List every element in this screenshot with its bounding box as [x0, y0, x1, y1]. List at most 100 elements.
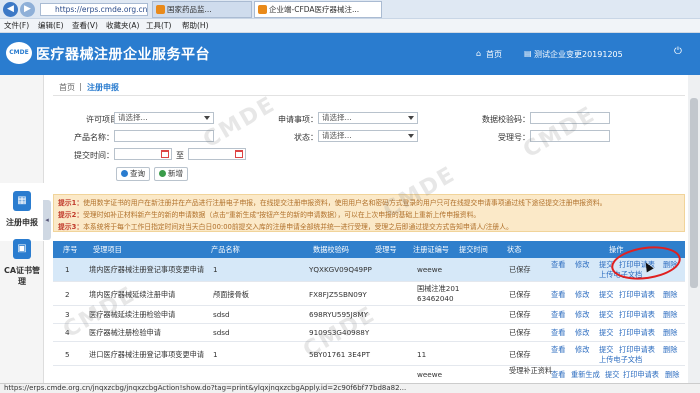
edit-link[interactable]: 修改 — [575, 328, 589, 338]
browser-tab-2[interactable]: 企业端-CFDA医疗器械注... — [254, 1, 382, 18]
notice-1: 提示1：使用数字证书的用户在新注册并在产品进行注册电子申报，在线提交注册申报资料… — [58, 199, 607, 207]
cell-product: 1 — [213, 350, 218, 359]
table-row[interactable]: 4 医疗器械注册检验申请 sdsd 9109S3G40988Y 已保存 查看 修… — [53, 324, 685, 342]
submit-link[interactable]: 提交 — [599, 310, 613, 320]
regenerate-link[interactable]: 重新生成 — [571, 370, 600, 380]
delete-link[interactable]: 删除 — [663, 328, 677, 338]
print-form-link[interactable]: 打印申请表 — [623, 370, 659, 380]
calendar-icon[interactable] — [161, 150, 169, 158]
cell-status: 受理补正资料 — [509, 366, 553, 375]
project-label: 许可项目： — [86, 115, 126, 124]
cell-product: sdsd — [213, 310, 230, 319]
browser-toolbar: ◀ ▶ https://erps.cmde.org.cn/index 国家药品监… — [0, 0, 700, 19]
print-form-link[interactable]: 打印申请表 — [619, 310, 655, 320]
table-row[interactable]: 3 医疗器械延续注册检验申请 sdsd 698RYU595J8MY 已保存 查看… — [53, 306, 685, 324]
edit-link[interactable]: 修改 — [575, 260, 589, 270]
date-separator: 至 — [176, 151, 184, 160]
upload-doc-link[interactable]: 上传电子文档 — [599, 355, 642, 365]
accept-input[interactable] — [530, 130, 610, 142]
cell-status: 已保存 — [509, 310, 531, 319]
submit-link[interactable]: 提交 — [599, 345, 613, 355]
register-icon: ▦ — [13, 191, 31, 211]
add-button[interactable]: 新增 — [154, 167, 188, 181]
breadcrumb: 首页 | 注册申报 — [53, 80, 685, 96]
logout-icon[interactable]: ⏻ — [674, 46, 682, 57]
home-icon[interactable]: ⌂ — [476, 49, 481, 58]
calendar-icon[interactable] — [235, 150, 243, 158]
view-link[interactable]: 查看 — [551, 328, 565, 338]
project-select[interactable]: 请选择... — [114, 112, 214, 124]
table-row[interactable]: 1 境内医疗器械注册登记事项变更申请 1 YQXKGV09Q49PP weewe… — [53, 258, 685, 282]
submit-link[interactable]: 提交 — [599, 328, 613, 338]
delete-link[interactable]: 删除 — [665, 370, 679, 380]
scrollbar-thumb[interactable] — [690, 98, 698, 288]
cell-code: 5BY01761 3E4PT — [309, 350, 371, 359]
menu-file[interactable]: 文件(F) — [4, 19, 29, 33]
menu-tools[interactable]: 工具(T) — [146, 19, 171, 33]
breadcrumb-separator: | — [79, 82, 82, 91]
edit-link[interactable]: 修改 — [575, 290, 589, 300]
notice-2: 提示2：受理时如补正材料新产生的新的申请数据（点击"重新生成"按钮产生的新的申请… — [58, 211, 481, 219]
view-link[interactable]: 查看 — [551, 345, 565, 355]
table-header: 序号 受理项目 产品名称 数据校验码 受理号 注册证编号 提交时间 状态 操作 — [53, 241, 685, 258]
column-header: 注册证编号 — [413, 245, 449, 254]
product-input[interactable] — [114, 130, 214, 142]
print-form-link[interactable]: 打印申请表 — [619, 345, 655, 355]
address-bar[interactable]: https://erps.cmde.org.cn/index — [40, 3, 148, 16]
cell-status: 已保存 — [509, 350, 531, 359]
submit-link[interactable]: 提交 — [599, 290, 613, 300]
browser-tab-1[interactable]: 国家药品监... — [152, 1, 252, 18]
cell-no: 5 — [65, 350, 70, 359]
cell-no: 2 — [65, 290, 70, 299]
notice-box: 提示1：使用数字证书的用户在新注册并在产品进行注册电子申报，在线提交注册申报资料… — [53, 194, 685, 232]
view-link[interactable]: 查看 — [551, 310, 565, 320]
app-title: 医疗器械注册企业服务平台 — [36, 47, 210, 63]
browser-status-bar: https://erps.cmde.org.cn/jnqxzcbg/jnqxzc… — [0, 383, 700, 393]
table-row[interactable]: 2 境内医疗器械延续注册申请 颅面接骨板 FX8FJZ5SBN09Y 国械注准2… — [53, 282, 685, 306]
status-select[interactable]: 请选择... — [318, 130, 418, 142]
code-input[interactable] — [530, 112, 610, 124]
home-link[interactable]: 首页 — [486, 49, 502, 60]
date-end-input[interactable] — [188, 148, 246, 160]
date-start-input[interactable] — [114, 148, 172, 160]
delete-link[interactable]: 删除 — [663, 290, 677, 300]
cell-code: YQXKGV09Q49PP — [309, 265, 372, 274]
view-link[interactable]: 查看 — [551, 260, 565, 270]
type-select[interactable]: 请选择... — [318, 112, 418, 124]
cell-no: 4 — [65, 328, 70, 337]
menu-favorites[interactable]: 收藏夹(A) — [106, 19, 139, 33]
product-label: 产品名称： — [74, 133, 114, 142]
view-link[interactable]: 查看 — [551, 370, 565, 380]
submit-link[interactable]: 提交 — [605, 370, 619, 380]
sidebar-collapse-handle[interactable]: ◂ — [43, 200, 51, 240]
edit-link[interactable]: 修改 — [575, 345, 589, 355]
view-link[interactable]: 查看 — [551, 290, 565, 300]
menu-help[interactable]: 帮助(H) — [182, 19, 209, 33]
menu-view[interactable]: 查看(V) — [72, 19, 98, 33]
cell-product: sdsd — [213, 328, 230, 337]
status-label: 状态： — [294, 133, 318, 142]
breadcrumb-home[interactable]: 首页 — [59, 82, 75, 93]
type-label: 申请事项： — [278, 115, 318, 124]
edit-link[interactable]: 修改 — [575, 310, 589, 320]
cell-status: 已保存 — [509, 265, 531, 274]
table-row[interactable]: 5 进口医疗器械注册登记事项变更申请 1 5BY01761 3E4PT 11 已… — [53, 342, 685, 366]
cell-item: 境内医疗器械注册登记事项变更申请 — [89, 265, 205, 274]
back-icon[interactable]: ◀ — [3, 2, 18, 17]
user-name[interactable]: 测试企业变更20191205 — [534, 49, 623, 60]
menu-edit[interactable]: 编辑(E) — [38, 19, 64, 33]
delete-link[interactable]: 删除 — [663, 345, 677, 355]
table-row[interactable]: weewe 受理补正资料 查看 重新生成 提交 打印申请表 删除 — [53, 366, 685, 383]
plus-icon — [159, 170, 166, 177]
sidebar-item-label: 注册申报 — [6, 218, 38, 227]
print-form-link[interactable]: 打印申请表 — [619, 290, 655, 300]
delete-link[interactable]: 删除 — [663, 310, 677, 320]
cell-no: 3 — [65, 310, 70, 319]
accept-label: 受理号： — [498, 133, 530, 142]
cell-item: 医疗器械注册检验申请 — [89, 328, 161, 337]
forward-icon[interactable]: ▶ — [20, 2, 35, 17]
search-button[interactable]: 查询 — [116, 167, 150, 181]
print-form-link[interactable]: 打印申请表 — [619, 328, 655, 338]
sidebar-item-ca-cert[interactable]: ▣ CA证书管理 — [0, 231, 44, 289]
cell-status: 已保存 — [509, 328, 531, 337]
